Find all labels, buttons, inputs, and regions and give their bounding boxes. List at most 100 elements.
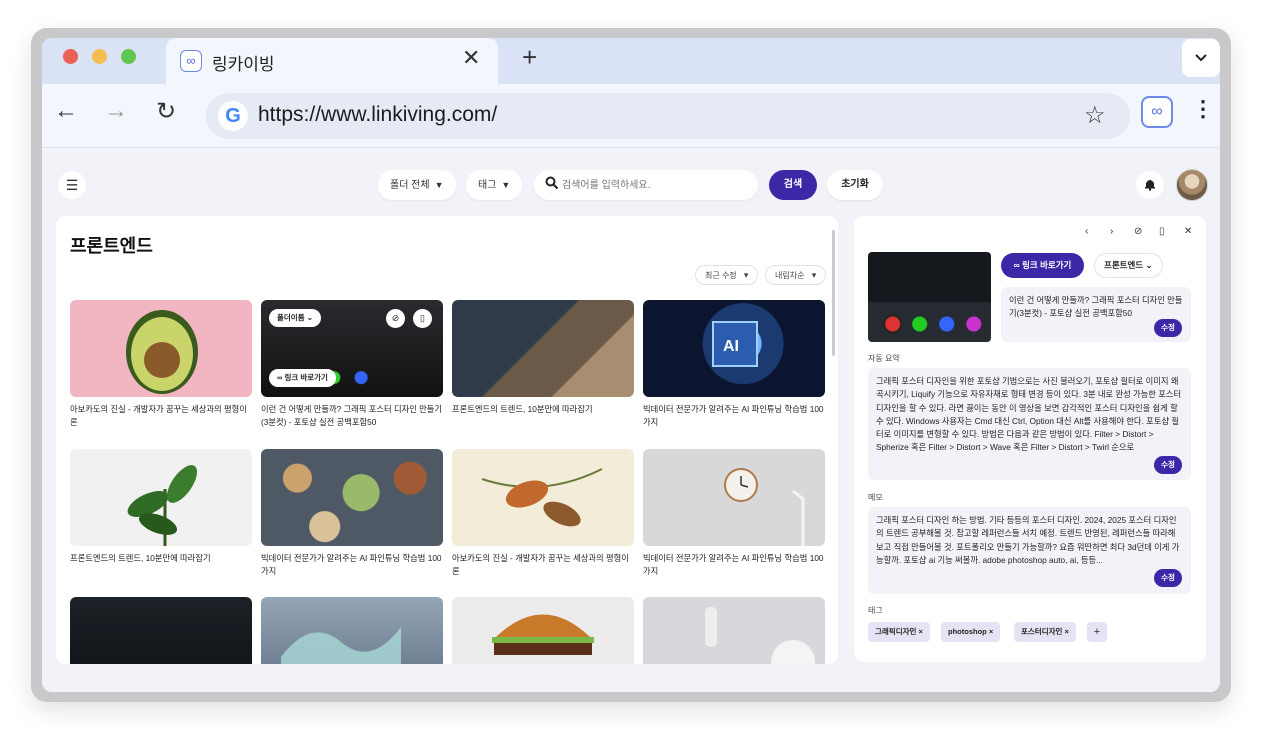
tag-filter[interactable]: 태그 ▼ <box>466 170 523 200</box>
tag-chip[interactable]: 포스터디자인 × <box>1014 622 1076 642</box>
card-link-button[interactable]: ∞ 링크 바로가기 <box>269 369 336 387</box>
chevron-down-icon: ⌄ <box>306 313 313 322</box>
tag-filter-label: 태그 <box>478 180 497 191</box>
prev-icon[interactable]: ‹ <box>1085 226 1088 237</box>
forward-button[interactable]: → <box>104 97 128 125</box>
link-card[interactable] <box>643 597 825 664</box>
unpin-icon[interactable]: ⊘ <box>1134 226 1142 237</box>
browser-tab[interactable]: ∞ 링카이빙 ✕ <box>166 38 498 84</box>
browser-window: ∞ 링카이빙 ✕ + ← → ↻ G https://www.linkiving… <box>42 38 1220 692</box>
memo-text: 그래픽 포스터 디자인 하는 방법. 기타 등등의 포스터 디자인. 2024,… <box>876 515 1180 565</box>
page-title: 프론트엔드 <box>70 236 153 256</box>
avatar[interactable] <box>1176 169 1208 201</box>
card-title: 아보카도의 진실 - 개발자가 꿈꾸는 세상과의 평형이론 <box>70 404 247 427</box>
link-card[interactable]: 아보카도의 진실 - 개발자가 꿈꾸는 세상과의 평형이론 <box>70 300 252 429</box>
card-title: 이런 건 어떻게 만들까? 그래픽 포스터 디자인 만들기(3분컷) - 포토샵… <box>261 404 443 427</box>
close-icon[interactable]: × <box>1065 627 1069 636</box>
trash-icon[interactable]: ▯ <box>1159 226 1165 237</box>
tag-chip[interactable]: 그래픽디자인 × <box>868 622 930 642</box>
search-button[interactable]: 검색 <box>769 170 817 200</box>
folder-select[interactable]: 프론트엔드 ⌄ <box>1094 253 1163 278</box>
memo-box: 그래픽 포스터 디자인 하는 방법. 기타 등등의 포스터 디자인. 2024,… <box>868 507 1191 594</box>
card-thumbnail[interactable] <box>70 597 252 664</box>
link-grid-panel: 프론트엔드 최근 수정 ▾ 내림차순 ▾ 아보카도의 진실 - 개발자가 꿈꾸는… <box>56 216 838 664</box>
card-thumbnail[interactable] <box>452 597 634 664</box>
card-thumbnail[interactable]: AI <box>643 300 825 397</box>
tag-chip[interactable]: photoshop × <box>941 622 1001 642</box>
link-detail-panel: ‹ › ⊘ ▯ ✕ ∞ 링크 바로가기 프론트엔드 ⌄ 이런 건 어떻게 만들까… <box>854 216 1206 662</box>
bookmark-star-icon[interactable]: ☆ <box>1084 101 1106 130</box>
link-card[interactable] <box>70 597 252 664</box>
chevron-down-icon: ⌄ <box>1145 260 1153 270</box>
scrollbar[interactable] <box>832 230 835 356</box>
extension-link-icon[interactable]: ∞ <box>1141 96 1173 128</box>
card-thumbnail[interactable] <box>261 449 443 546</box>
search-input[interactable] <box>562 174 750 196</box>
link-card[interactable]: 빅데이터 전문가가 알려주는 AI 파인튜닝 학습법 100가지 <box>261 449 443 578</box>
edit-summary-button[interactable]: 수정 <box>1154 456 1182 474</box>
sort-field-label: 최근 수정 <box>705 271 737 280</box>
add-tag-button[interactable]: + <box>1087 622 1107 642</box>
chart-screen-image <box>281 627 401 664</box>
clock-image <box>724 468 805 546</box>
edit-memo-button[interactable]: 수정 <box>1154 569 1182 587</box>
tags-label: 태그 <box>868 606 883 615</box>
card-folder-select[interactable]: 폴더이름 ⌄ <box>269 309 321 327</box>
url-text[interactable]: https://www.linkiving.com/ <box>258 103 497 127</box>
trash-icon[interactable]: ▯ <box>413 309 432 328</box>
link-card[interactable]: 빅데이터 전문가가 알려주는 AI 파인튜닝 학습법 100가지 <box>643 449 825 578</box>
address-bar[interactable]: G https://www.linkiving.com/ ☆ <box>206 93 1130 139</box>
next-icon[interactable]: › <box>1110 226 1113 237</box>
close-icon[interactable]: ✕ <box>1184 226 1192 237</box>
reload-button[interactable]: ↻ <box>156 97 176 126</box>
close-icon[interactable]: ✕ <box>462 45 480 71</box>
card-thumbnail[interactable]: 폴더이름 ⌄ ⊘ ▯ ∞ 링크 바로가기 <box>261 300 443 397</box>
link-icon: ∞ <box>1013 260 1023 270</box>
folder-filter[interactable]: 폴더 전체 ▼ <box>378 170 456 200</box>
link-card[interactable]: 프론트엔드의 트렌드, 10분만에 따라잡기 <box>70 449 252 578</box>
link-card[interactable] <box>452 597 634 664</box>
card-title: 프론트엔드의 트렌드, 10분만에 따라잡기 <box>452 404 593 414</box>
app-area: ☰ 폴더 전체 ▼ 태그 ▼ 검색 초기화 프론트엔드 최근 수정 ▾ 내림차순 ▾ <box>42 148 1220 692</box>
card-thumbnail[interactable] <box>452 300 634 397</box>
bell-glyph <box>1145 180 1155 191</box>
unpin-icon[interactable]: ⊘ <box>386 309 405 328</box>
go-to-link-label: 링크 바로가기 <box>1022 260 1072 270</box>
burger-image <box>492 614 594 655</box>
go-to-link-button[interactable]: ∞ 링크 바로가기 <box>1001 253 1084 278</box>
card-thumbnail[interactable] <box>643 597 825 664</box>
card-thumbnail[interactable] <box>643 449 825 546</box>
card-title: 빅데이터 전문가가 알려주는 AI 파인튜닝 학습법 100가지 <box>261 553 442 576</box>
maximize-window-dot[interactable] <box>121 49 136 64</box>
link-card[interactable]: 프론트엔드의 트렌드, 10분만에 따라잡기 <box>452 300 634 429</box>
close-icon[interactable]: × <box>989 627 993 636</box>
card-title: 프론트엔드의 트렌드, 10분만에 따라잡기 <box>70 553 211 563</box>
card-thumbnail[interactable] <box>70 300 252 397</box>
tab-strip: ∞ 링카이빙 ✕ + <box>42 38 1220 84</box>
minimize-window-dot[interactable] <box>92 49 107 64</box>
back-button[interactable]: ← <box>54 97 78 125</box>
reset-button[interactable]: 초기화 <box>827 170 883 200</box>
detail-thumbnail <box>868 252 991 342</box>
link-card[interactable] <box>261 597 443 664</box>
link-card[interactable]: AI 빅데이터 전문가가 알려주는 AI 파인튜닝 학습법 100가지 <box>643 300 825 429</box>
tab-title: 링카이빙 <box>212 55 275 74</box>
sort-order-select[interactable]: 내림차순 ▾ <box>765 265 827 285</box>
sort-field-select[interactable]: 최근 수정 ▾ <box>695 265 759 285</box>
card-thumbnail[interactable] <box>452 449 634 546</box>
menu-icon[interactable]: ☰ <box>58 171 86 199</box>
device-frame: ∞ 링카이빙 ✕ + ← → ↻ G https://www.linkiving… <box>31 28 1231 702</box>
close-icon[interactable]: × <box>919 627 923 636</box>
close-window-dot[interactable] <box>63 49 78 64</box>
browser-menu-icon[interactable]: ⋮ <box>1192 96 1214 122</box>
caret-down-icon: ▾ <box>743 270 749 280</box>
card-thumbnail[interactable] <box>70 449 252 546</box>
edit-title-button[interactable]: 수정 <box>1154 319 1182 337</box>
card-thumbnail[interactable] <box>261 597 443 664</box>
card-folder-label: 폴더이름 <box>277 313 305 322</box>
link-card[interactable]: 폴더이름 ⌄ ⊘ ▯ ∞ 링크 바로가기 이런 건 어떻게 만들까? 그래픽 포… <box>261 300 443 429</box>
link-card[interactable]: 아보카도의 진실 - 개발자가 꿈꾸는 세상과의 평형이론 <box>452 449 634 578</box>
new-tab-button[interactable]: + <box>522 42 537 73</box>
tab-list-button[interactable] <box>1182 39 1220 77</box>
bell-icon[interactable] <box>1136 171 1164 199</box>
